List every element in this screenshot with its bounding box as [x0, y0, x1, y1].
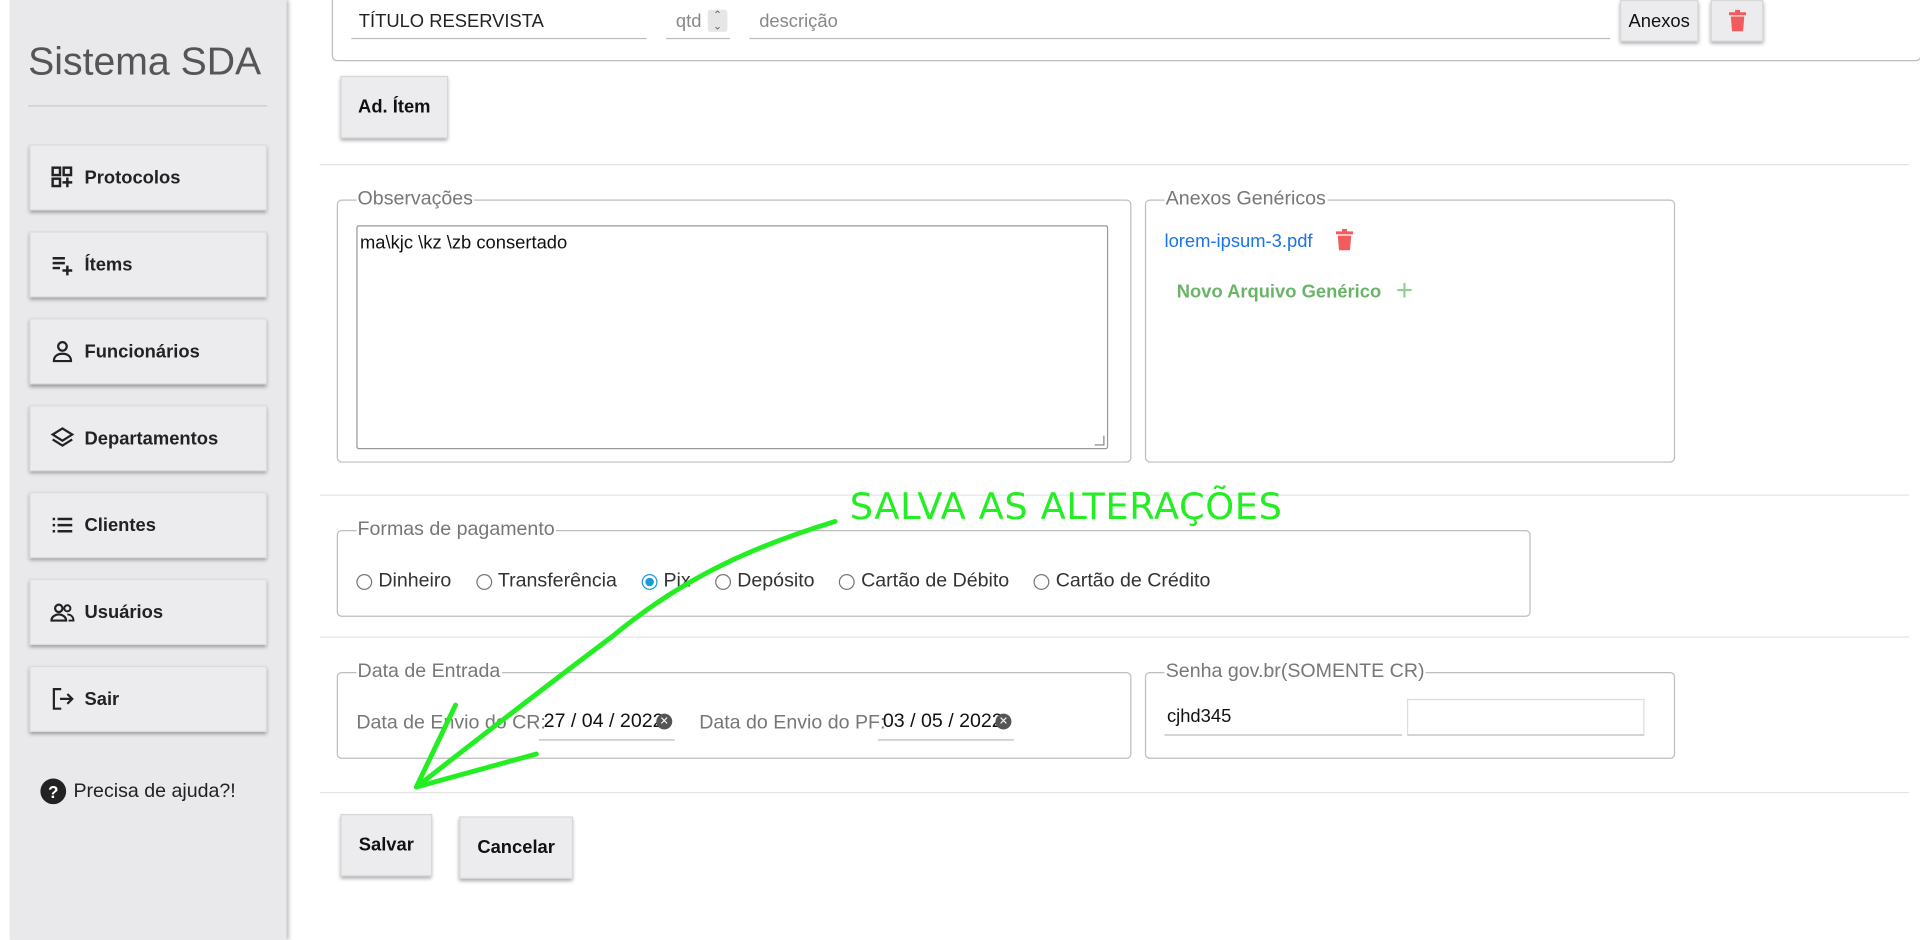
data-entrada-legend: Data de Entrada: [357, 660, 501, 682]
trash-icon: [1335, 228, 1354, 251]
payment-option-label: Cartão de Crédito: [1055, 570, 1211, 592]
sidebar-item-label: Clientes: [84, 514, 156, 536]
attachments-button[interactable]: Anexos: [1620, 0, 1699, 42]
description-placeholder: descrição: [759, 11, 838, 32]
group-icon: [50, 603, 75, 622]
save-button[interactable]: Salvar: [340, 813, 433, 877]
senha-value: cjhd345: [1166, 706, 1232, 728]
payment-option-label: Pix: [663, 570, 691, 592]
sidebar-item-label: Usuários: [84, 601, 164, 623]
cancel-button[interactable]: Cancelar: [459, 816, 574, 879]
brand-divider: [28, 105, 267, 107]
anexos-genericos-legend: Anexos Genéricos: [1165, 188, 1326, 210]
new-generic-file-button[interactable]: Novo Arquivo Genérico +: [1176, 274, 1414, 308]
layers-icon: [50, 427, 75, 447]
cr-date-input[interactable]: 27 / 04 / 2022 ✕: [538, 704, 675, 741]
pagamento-fieldset: Formas de pagamento: [336, 518, 1531, 617]
section-divider: [319, 636, 1909, 638]
person-icon: [52, 341, 73, 363]
senha-legend: Senha gov.br(SOMENTE CR): [1165, 660, 1425, 682]
pagamento-legend: Formas de pagamento: [357, 518, 555, 540]
logout-icon: [52, 688, 74, 710]
sidebar-item-funcionarios[interactable]: Funcionários: [29, 318, 267, 385]
radio-icon: [356, 573, 373, 590]
sidebar-item-label: Funcionários: [84, 340, 200, 362]
anexos-genericos-fieldset: Anexos Genéricos: [1144, 188, 1676, 463]
protocols-icon: [51, 166, 73, 188]
radio-icon: [475, 573, 492, 590]
observacoes-text: ma\kjc \kz \zb consertado: [360, 232, 568, 254]
list-icon: [52, 517, 73, 533]
attachment-file-link[interactable]: lorem-ipsum-3.pdf: [1164, 231, 1312, 252]
payment-option-cartao-credito[interactable]: Cartão de Crédito: [1033, 570, 1211, 592]
sidebar-item-clientes[interactable]: Clientes: [29, 492, 267, 559]
delete-attachment-button[interactable]: [1335, 228, 1354, 251]
cr-date-label: Data de Envio do CR:: [356, 712, 546, 734]
item-title-input[interactable]: [351, 3, 647, 40]
clear-icon[interactable]: ✕: [995, 713, 1012, 730]
sidebar-item-label: Departamentos: [84, 427, 219, 449]
quantity-input[interactable]: qtd ⌃ ⌄: [666, 4, 730, 40]
sidebar-item-label: Sair: [84, 688, 120, 710]
cancel-label: Cancelar: [477, 837, 555, 859]
sidebar-item-sair[interactable]: Sair: [29, 665, 267, 732]
help-icon: ?: [40, 778, 67, 805]
radio-icon: [839, 573, 855, 590]
senha-input[interactable]: cjhd345: [1164, 698, 1403, 736]
sidebar-item-items[interactable]: Ítems: [29, 231, 267, 298]
radio-icon: [715, 573, 732, 590]
sidebar-item-departamentos[interactable]: Departamentos: [29, 405, 267, 472]
payment-option-label: Depósito: [737, 570, 815, 592]
payment-option-label: Cartão de Débito: [861, 570, 1010, 592]
payment-option-label: Dinheiro: [378, 570, 452, 592]
add-item-label: Ad. Ítem: [358, 96, 431, 118]
sidebar-item-usuarios[interactable]: Usuários: [29, 578, 267, 646]
add-item-button[interactable]: Ad. Ítem: [340, 75, 449, 139]
payment-option-dinheiro[interactable]: Dinheiro: [356, 570, 451, 592]
payment-option-cartao-debito[interactable]: Cartão de Débito: [839, 570, 1009, 592]
pf-date-input[interactable]: 03 / 05 / 2022 ✕: [877, 704, 1014, 741]
section-divider: [319, 791, 1909, 794]
sidebar: Sistema SDA Protocolos Ítems Funcionário…: [9, 0, 287, 940]
senha-secondary-input[interactable]: [1406, 698, 1645, 736]
observacoes-textarea[interactable]: ma\kjc \kz \zb consertado: [356, 225, 1109, 450]
payment-option-pix[interactable]: Pix: [641, 570, 691, 592]
payment-option-deposito[interactable]: Depósito: [715, 570, 815, 592]
app-brand: Sistema SDA: [28, 39, 262, 84]
radio-icon: [1033, 573, 1050, 590]
plus-icon: +: [1395, 274, 1414, 308]
save-label: Salvar: [358, 834, 414, 856]
section-divider: [319, 164, 1909, 166]
description-input[interactable]: descrição: [749, 4, 1611, 40]
help-label: Precisa de ajuda?!: [73, 780, 236, 802]
clear-icon[interactable]: ✕: [656, 713, 673, 730]
pf-date-value: 03 / 05 / 2022: [882, 711, 1003, 732]
trash-icon: [1728, 9, 1746, 32]
resize-handle[interactable]: [1094, 435, 1105, 446]
annotation-text: SALVA AS ALTERAÇÕES: [849, 485, 1283, 529]
radio-selected-icon: [641, 573, 658, 590]
delete-item-button[interactable]: [1710, 0, 1764, 42]
observacoes-legend: Observações: [357, 188, 473, 210]
sidebar-item-label: Ítems: [84, 253, 133, 275]
quantity-placeholder: qtd: [675, 11, 702, 32]
pf-date-label: Data do Envio do PF:: [699, 712, 886, 734]
annotation-arrow: [413, 518, 838, 790]
sidebar-item-label: Protocolos: [84, 167, 181, 188]
new-generic-file-label: Novo Arquivo Genérico: [1176, 280, 1382, 302]
payment-option-label: Transferência: [497, 570, 617, 592]
payment-options: Dinheiro Transferência Pix Depósito Cart…: [356, 570, 1235, 592]
help-link[interactable]: ? Precisa de ajuda?!: [40, 778, 236, 805]
payment-option-transferencia[interactable]: Transferência: [475, 570, 617, 592]
sidebar-item-protocolos[interactable]: Protocolos: [29, 144, 267, 211]
attachments-label: Anexos: [1628, 10, 1690, 32]
quantity-stepper[interactable]: ⌃ ⌄: [707, 9, 728, 32]
cr-date-value: 27 / 04 / 2022: [543, 711, 664, 732]
playlist-add-icon: [52, 257, 73, 276]
